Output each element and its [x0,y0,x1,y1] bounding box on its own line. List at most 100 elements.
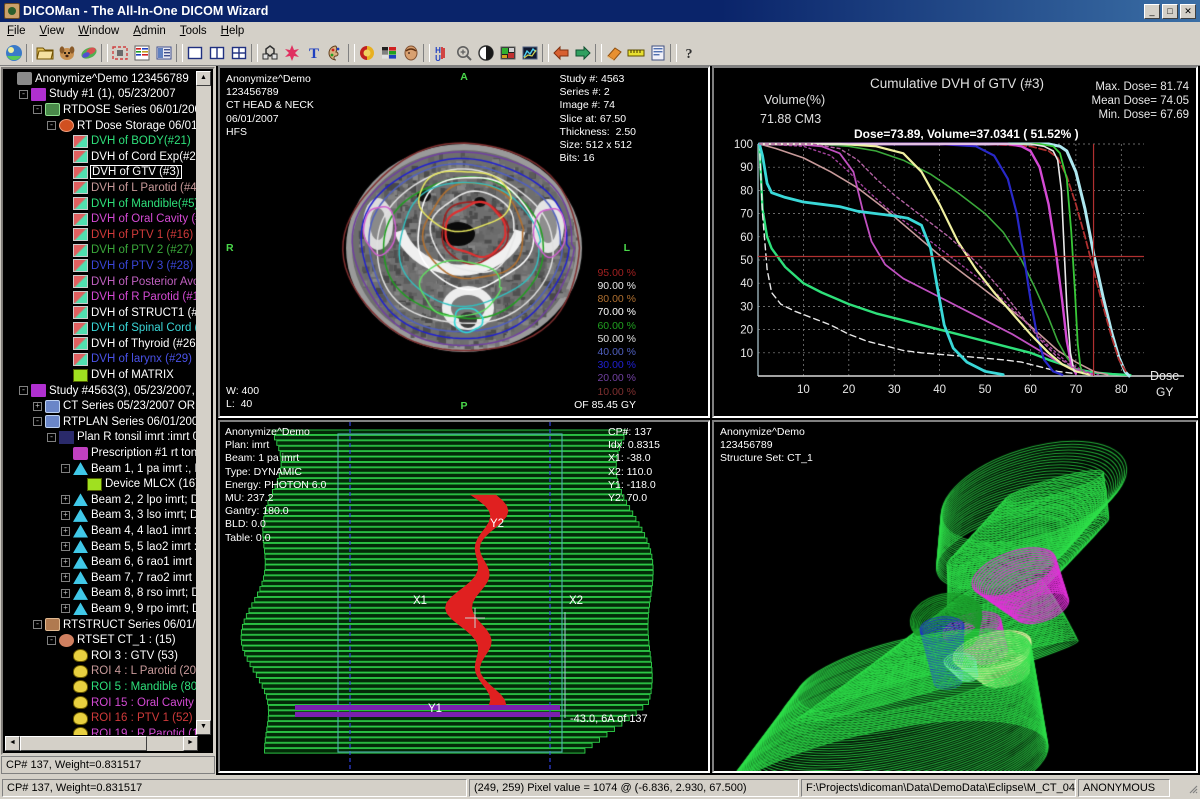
palette-icon[interactable] [325,43,347,64]
three-d-render-viewport[interactable]: Anonymize^Demo 123456789 Structure Set: CT… [712,420,1198,773]
help-icon[interactable]: ? [678,43,700,64]
resize-grip-icon[interactable] [1186,782,1198,794]
collapse-toggle-icon[interactable]: - [33,620,42,629]
expand-toggle-icon[interactable]: + [61,542,70,551]
colormap-icon[interactable] [356,43,378,64]
structure-icon[interactable] [259,43,281,64]
expand-toggle-icon[interactable]: + [61,604,70,613]
tree-node[interactable]: DVH of Mandible(#5) [5,196,198,212]
text-annotation-icon[interactable]: T [303,43,325,64]
tree-node[interactable]: DVH of larynx (#29) [5,352,198,368]
tree-node[interactable]: DVH of R Parotid (#19) [5,289,198,305]
fit-to-window-icon[interactable] [109,43,131,64]
ct-axial-viewport[interactable]: Anonymize^Demo 123456789 CT HEAD & NECK 06/… [218,66,710,418]
arrow-forward-icon[interactable] [572,43,594,64]
tree-node[interactable]: - RTDOSE Series 06/01/2007 [5,102,198,118]
hscroll-thumb[interactable] [20,736,183,751]
scroll-left-button[interactable]: ◄ [5,736,20,751]
layout-2x2-icon[interactable] [228,43,250,64]
tree-node[interactable]: ROI 5 : Mandible (80) [5,679,198,695]
expand-toggle-icon[interactable]: + [61,589,70,598]
tree-node[interactable]: Device MLCX (16) [5,476,198,492]
tree-node[interactable]: ROI 19 : R Parotid (18) [5,726,198,735]
menu-item-file[interactable]: File [0,23,33,39]
tree-node[interactable]: - Study #4563(3), 05/23/2007, HEAD [5,383,198,399]
collapse-toggle-icon[interactable]: - [47,636,56,645]
anonymize-icon[interactable] [78,43,100,64]
tree-node[interactable]: + CT Series 05/23/2007 ORIGINAL [5,398,198,414]
expand-toggle-icon[interactable]: + [61,573,70,582]
tree-node[interactable]: DVH of BODY(#21) [5,133,198,149]
tree-node[interactable]: ROI 16 : PTV 1 (52) [5,710,198,726]
scroll-down-button[interactable]: ▼ [196,720,211,735]
tree-node[interactable]: DVH of Oral Cavity (#15) [5,211,198,227]
contrast-icon[interactable] [475,43,497,64]
dicom-tree[interactable]: Anonymize^Demo 123456789- Study #1 (1), 0… [1,67,215,755]
tree-node[interactable]: - Study #1 (1), 05/23/2007 [5,87,198,103]
tree-node[interactable]: ROI 4 : L Parotid (20) [5,664,198,680]
tree-node[interactable]: - RTPLAN Series 06/01/2007 [5,414,198,430]
tree-node[interactable]: Prescription #1 rt tonsil [5,445,198,461]
zoom-in-icon[interactable] [453,43,475,64]
tree-node[interactable]: DVH of PTV 2 (#27) [5,243,198,259]
layout-1x2-icon[interactable] [206,43,228,64]
open-folder-icon[interactable] [34,43,56,64]
tree-node[interactable]: DVH of Posterior Avoid(#18) [5,274,198,290]
lut-bars-icon[interactable] [378,43,400,64]
collapse-toggle-icon[interactable]: - [19,386,28,395]
tree-node[interactable]: DVH of Cord Exp(#25) [5,149,198,165]
tree-node[interactable]: + Beam 3, 3 lso imrt; D [5,508,198,524]
hounsfield-icon[interactable]: HU [431,43,453,64]
collapse-toggle-icon[interactable]: - [47,121,56,130]
tree-node[interactable]: ROI 15 : Oral Cavity (60) [5,695,198,711]
menu-item-admin[interactable]: Admin [126,23,173,39]
collapse-toggle-icon[interactable]: - [33,417,42,426]
tree-node[interactable]: DVH of Spinal Cord (#20) [5,321,198,337]
collapse-toggle-icon[interactable]: - [33,105,42,114]
tree-node[interactable]: + Beam 2, 2 lpo imrt; D [5,492,198,508]
collapse-toggle-icon[interactable]: - [47,433,56,442]
scroll-right-button[interactable]: ► [183,736,198,751]
expand-toggle-icon[interactable]: + [61,527,70,536]
tree-node[interactable]: DVH of PTV 1 (#16) [5,227,198,243]
open-dicom-browser-icon[interactable] [3,43,25,64]
beam-eye-view-viewport[interactable]: Y2 Y1 X1 X2 -43.0, 6A of 137 Anonymize^Demo P… [218,420,710,773]
menu-item-tools[interactable]: Tools [173,23,214,39]
eraser-icon[interactable] [603,43,625,64]
image-info-icon[interactable] [153,43,175,64]
screenshot-icon[interactable] [497,43,519,64]
tree-node[interactable]: DVH of PTV 3 (#28) [5,258,198,274]
arrow-back-icon[interactable] [550,43,572,64]
tree-node[interactable]: - RTSET CT_1 : (15) [5,632,198,648]
expand-toggle-icon[interactable]: + [61,511,70,520]
expand-toggle-icon[interactable]: + [61,558,70,567]
tree-node[interactable]: DVH of GTV (#3) [5,165,198,181]
tree-node[interactable]: + Beam 4, 4 lao1 imrt :, [5,523,198,539]
close-button[interactable]: ✕ [1180,4,1196,19]
tree-node[interactable]: + Beam 6, 6 rao1 imrt :, [5,554,198,570]
tree-node[interactable]: + Beam 5, 5 lao2 imrt :, [5,539,198,555]
tree-node[interactable]: + Beam 8, 8 rso imrt; D [5,586,198,602]
dvh-chart-icon[interactable] [519,43,541,64]
tree-node[interactable]: ROI 3 : GTV (53) [5,648,198,664]
dicom-tags-icon[interactable] [131,43,153,64]
tree-node[interactable]: - Beam 1, 1 pa imrt :, D [5,461,198,477]
collapse-toggle-icon[interactable]: - [19,90,28,99]
dog-mascot-icon[interactable] [56,43,78,64]
tree-node[interactable]: DVH of MATRIX [5,367,198,383]
menu-item-help[interactable]: Help [214,23,252,39]
dvh-chart-viewport[interactable]: Cumulative DVH of GTV (#3) Volume(%) 71.88… [712,66,1198,418]
minimize-button[interactable]: _ [1144,4,1160,19]
scroll-up-button[interactable]: ▲ [196,71,211,86]
tree-node[interactable]: + Beam 9, 9 rpo imrt; D [5,601,198,617]
tree-node[interactable]: DVH of Thyroid (#26) [5,336,198,352]
collapse-toggle-icon[interactable]: - [61,464,70,473]
tree-vertical-scrollbar[interactable]: ▲ ▼ [196,71,211,735]
report-icon[interactable] [647,43,669,64]
expand-toggle-icon[interactable]: + [61,495,70,504]
tree-node[interactable]: + Beam 7, 7 rao2 imrt :, [5,570,198,586]
ruler-icon[interactable] [625,43,647,64]
dose-overlay-icon[interactable] [281,43,303,64]
tree-node[interactable]: Anonymize^Demo 123456789 [5,71,198,87]
tree-node[interactable]: DVH of STRUCT1 (#24) [5,305,198,321]
